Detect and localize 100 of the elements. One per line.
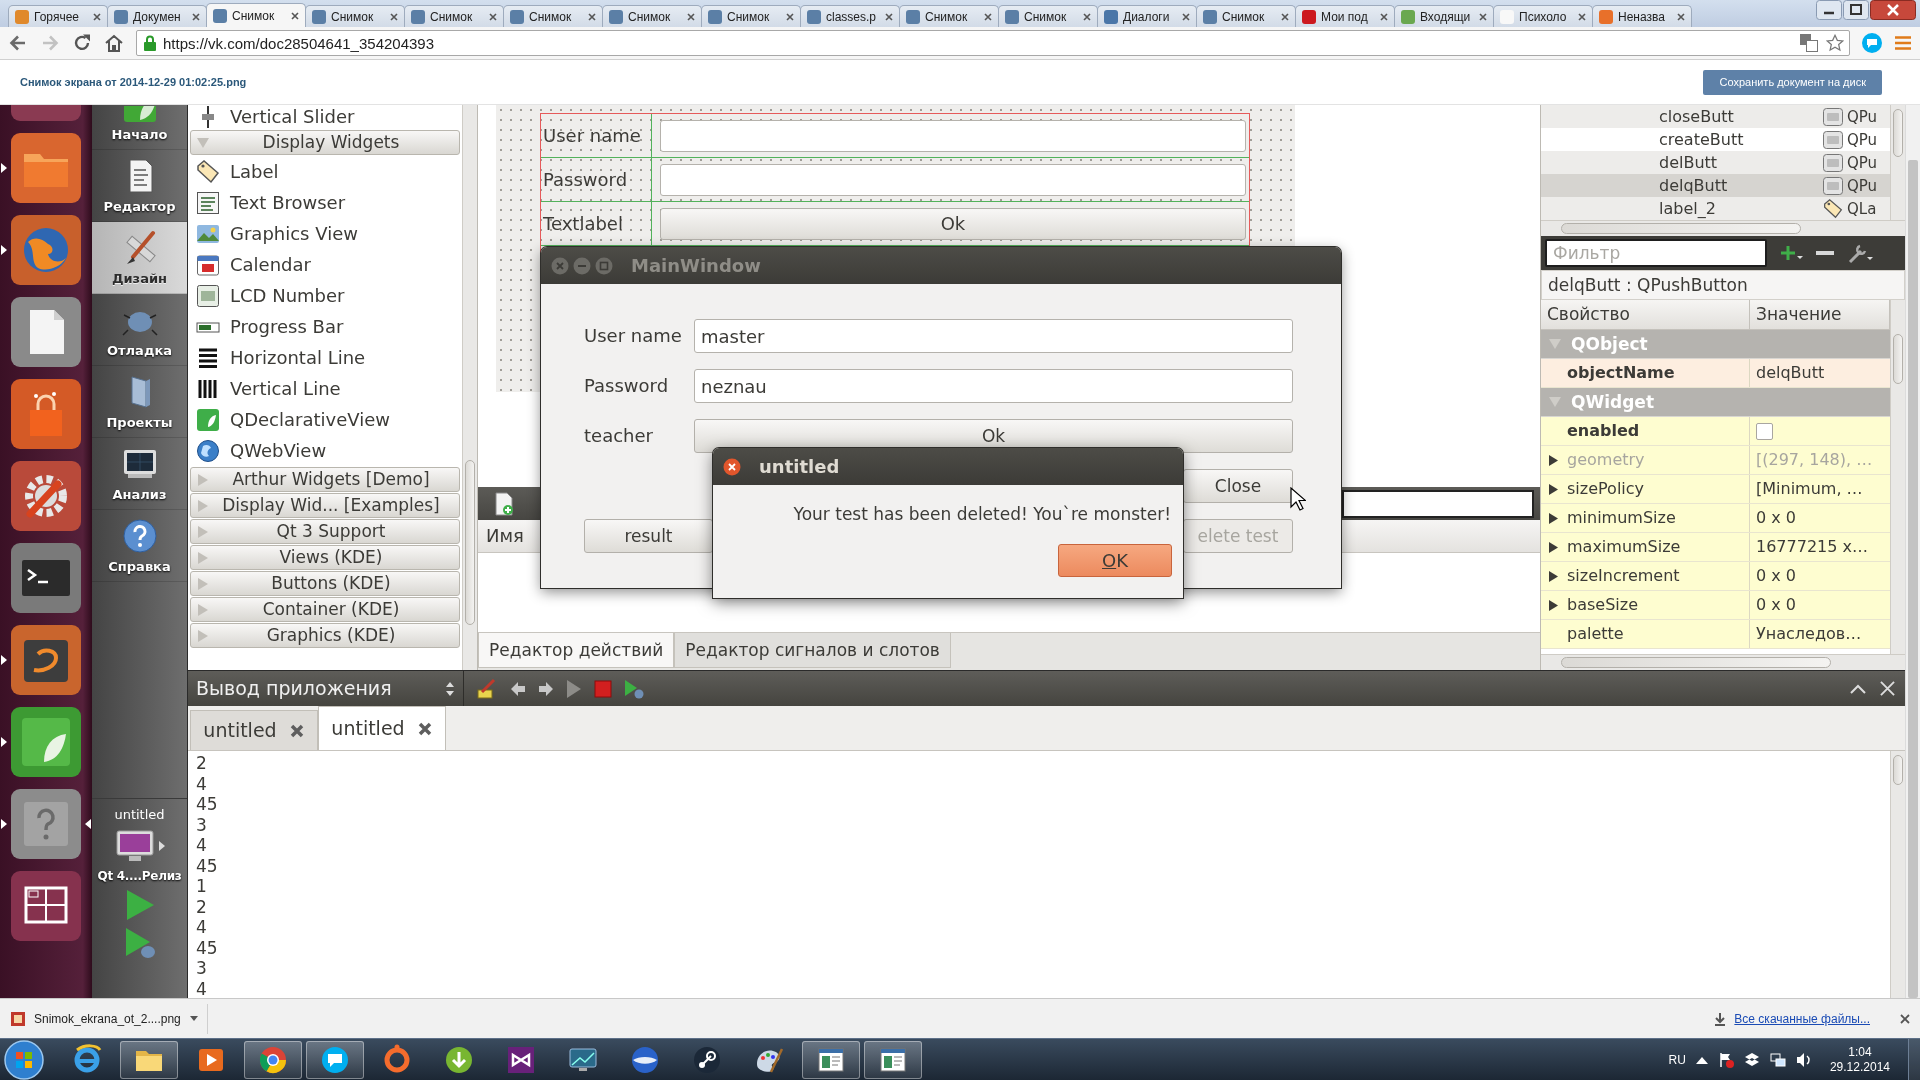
address-field[interactable]: https://vk.com/doc28504641_354204393	[136, 30, 1850, 56]
browser-tab[interactable]: Снимок	[503, 5, 603, 27]
category-header[interactable]: Display Wid... [Examples]	[190, 493, 460, 518]
disclosure-triangle-icon[interactable]	[1549, 541, 1558, 553]
disclosure-triangle-icon[interactable]	[1549, 512, 1558, 524]
caret-up-icon[interactable]	[1850, 683, 1866, 694]
close-icon[interactable]	[1479, 12, 1487, 21]
play-bug-icon[interactable]	[624, 678, 644, 699]
play-icon[interactable]	[566, 678, 582, 699]
close-icon[interactable]	[1182, 12, 1190, 21]
close-button[interactable]: Close	[1183, 469, 1293, 503]
widget-item[interactable]: Graphics View	[190, 218, 460, 249]
horizontal-scrollbar[interactable]	[1541, 220, 1905, 236]
disclosure-triangle-icon[interactable]	[1549, 570, 1558, 582]
close-icon[interactable]	[192, 12, 200, 21]
mode-button[interactable]: Справка	[92, 510, 187, 582]
mode-button[interactable]: Дизайн	[92, 222, 187, 294]
start-orb-icon[interactable]	[4, 1039, 44, 1080]
filter-field[interactable]	[1342, 489, 1534, 518]
back-icon[interactable]	[8, 33, 28, 53]
workspace-grid-icon[interactable]	[10, 870, 82, 942]
input-field[interactable]: master	[694, 319, 1293, 353]
category-header[interactable]: Container (KDE)	[190, 597, 460, 622]
category-header[interactable]: Qt 3 Support	[190, 519, 460, 544]
page-scrollbar[interactable]	[1905, 105, 1920, 998]
output-tab[interactable]: untitled	[318, 706, 446, 750]
filter-field[interactable]: Фильтр	[1545, 239, 1767, 267]
close-icon[interactable]	[288, 722, 305, 739]
browser-tab[interactable]: Снимок	[305, 5, 405, 27]
wrench-icon[interactable]	[1847, 242, 1873, 264]
close-icon[interactable]	[390, 12, 398, 21]
browser-tab[interactable]: Снимок	[899, 5, 999, 27]
save-button[interactable]: Сохранить документ на диск	[1703, 69, 1882, 95]
disclosure-triangle-icon[interactable]	[1549, 483, 1558, 495]
close-icon[interactable]	[588, 12, 596, 21]
close-icon[interactable]	[1380, 12, 1388, 21]
vertical-scrollbar[interactable]	[1890, 300, 1905, 654]
browser-tab[interactable]: Снимок	[404, 5, 504, 27]
home-icon[interactable]	[104, 33, 124, 53]
category-header[interactable]: Buttons (KDE)	[190, 571, 460, 596]
taskbar-button[interactable]	[306, 1040, 364, 1079]
ok-button[interactable]: OK	[1058, 544, 1172, 578]
mode-button[interactable]: Отладка	[92, 294, 187, 366]
browser-tab[interactable]: Снимок	[998, 5, 1098, 27]
caret-down-icon[interactable]	[188, 1015, 199, 1022]
downloads-link[interactable]: Все скачанные файлы...	[1734, 1011, 1870, 1026]
category-header[interactable]: Arthur Widgets [Demo]	[190, 467, 460, 492]
taskbar-button[interactable]	[120, 1040, 178, 1079]
mode-button[interactable]: Анализ	[92, 438, 187, 510]
terminal-icon[interactable]	[10, 542, 82, 614]
gear-wrench-icon[interactable]	[10, 460, 82, 532]
browser-tab[interactable]: Неназва	[1592, 5, 1692, 27]
close-icon[interactable]	[786, 12, 794, 21]
input-field[interactable]: neznau	[694, 369, 1293, 403]
show-desktop-button[interactable]	[1908, 1038, 1920, 1080]
widget-item[interactable]: Vertical Slider	[190, 105, 460, 129]
layers-icon[interactable]	[1743, 1051, 1760, 1068]
widget-item[interactable]: Label	[190, 156, 460, 187]
monitor-icon[interactable]	[114, 828, 155, 863]
push-button[interactable]: result	[584, 519, 713, 553]
close-icon[interactable]	[984, 12, 992, 21]
flag-icon[interactable]	[1717, 1051, 1734, 1068]
swirl-tile-icon[interactable]	[10, 624, 82, 696]
close-icon[interactable]	[1900, 1013, 1910, 1024]
input-field[interactable]	[660, 119, 1246, 152]
mode-button[interactable]: Редактор	[92, 150, 187, 222]
maximize-icon[interactable]	[1843, 0, 1869, 20]
tree-row[interactable]: delqButt QPu	[1541, 174, 1890, 197]
shopping-bag-icon[interactable]	[10, 378, 82, 450]
reload-icon[interactable]	[72, 33, 92, 53]
close-icon[interactable]	[93, 12, 101, 21]
caret-up-icon[interactable]	[1695, 1055, 1708, 1064]
launcher-tile-icon[interactable]	[10, 105, 82, 122]
clock-date[interactable]: 29.12.2014	[1829, 1059, 1890, 1075]
close-icon[interactable]	[1281, 12, 1289, 21]
close-icon[interactable]	[723, 457, 741, 476]
plus-icon[interactable]	[1779, 244, 1803, 262]
browser-tab[interactable]: Диалоги	[1097, 5, 1197, 27]
browser-tab[interactable]: Горячее	[8, 5, 108, 27]
push-button[interactable]: Ok	[660, 207, 1246, 240]
help-icon[interactable]	[10, 788, 82, 860]
close-icon[interactable]	[885, 12, 893, 21]
tree-row[interactable]: closeButt QPu	[1541, 105, 1890, 128]
vertical-scrollbar[interactable]	[1890, 105, 1905, 220]
new-document-icon[interactable]	[494, 491, 514, 516]
taskbar-button[interactable]	[802, 1040, 860, 1079]
star-icon[interactable]	[1826, 34, 1844, 52]
arrow-left-icon[interactable]	[510, 680, 526, 697]
mode-button[interactable]: Проекты	[92, 366, 187, 438]
menu-icon[interactable]	[1894, 35, 1912, 51]
browser-tab[interactable]: Входящи	[1394, 5, 1494, 27]
minus-icon[interactable]	[1815, 249, 1835, 257]
output-tab[interactable]: untitled	[190, 710, 318, 750]
clock-time[interactable]: 1:04	[1848, 1044, 1872, 1060]
category-header[interactable]: Display Widgets	[190, 130, 460, 155]
widget-item[interactable]: Calendar	[190, 249, 460, 280]
vertical-scrollbar[interactable]	[1890, 751, 1905, 998]
tree-row[interactable]: label_2 QLa	[1541, 197, 1890, 220]
close-icon[interactable]	[291, 11, 299, 20]
screens-icon[interactable]	[1769, 1051, 1786, 1068]
